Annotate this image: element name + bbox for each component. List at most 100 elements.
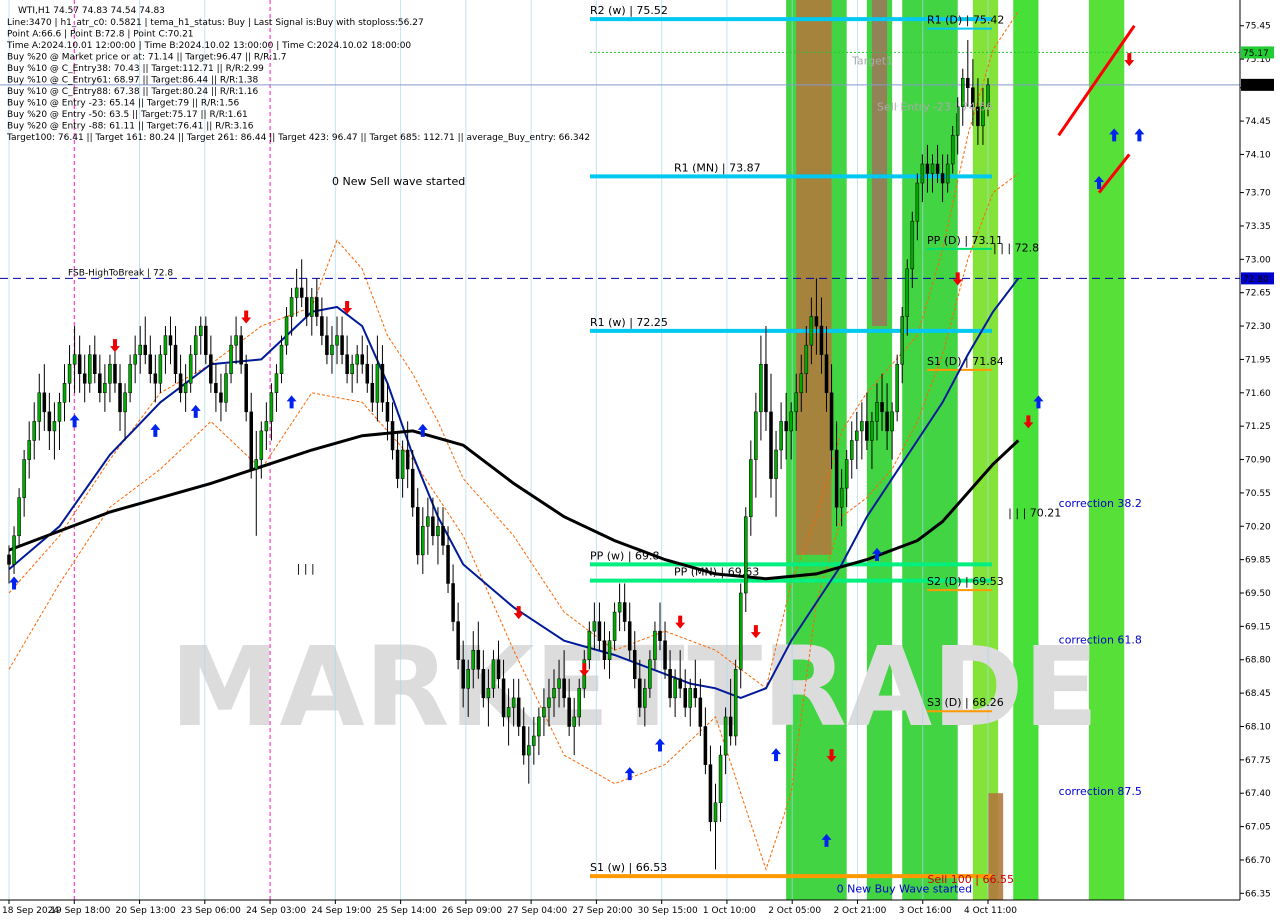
candle-body-185 bbox=[940, 173, 945, 184]
candle-body-115 bbox=[587, 630, 592, 660]
candle-body-62 bbox=[320, 316, 324, 336]
x-tick-label-6: 25 Sep 14:00 bbox=[377, 906, 437, 916]
candle-body-55 bbox=[284, 316, 289, 346]
candle-body-86 bbox=[441, 526, 445, 546]
candle-body-156 bbox=[794, 392, 799, 413]
x-tick-label-5: 24 Sep 19:00 bbox=[311, 906, 371, 916]
level-label-1: R1 (D) | 75.42 bbox=[927, 14, 1004, 27]
candle-body-130 bbox=[663, 640, 667, 670]
symbol-label: WTI,H1 74.57 74.83 74.54 74.83 bbox=[18, 6, 165, 16]
candle-body-45 bbox=[234, 335, 238, 346]
candle-body-32 bbox=[168, 335, 173, 346]
x-tick-label-3: 23 Sep 06:00 bbox=[181, 906, 241, 916]
price-tag-label-2: 72.80 bbox=[1243, 275, 1269, 285]
candle-body-75 bbox=[385, 402, 390, 422]
candle-body-90 bbox=[461, 659, 465, 689]
candle-body-178 bbox=[905, 268, 910, 317]
annotation-2: | | | 72.8 bbox=[993, 242, 1039, 255]
info-line-7: Buy %10 @ Entry -23: 65.14 || Target:79 … bbox=[7, 99, 239, 109]
x-tick-label-8: 27 Sep 04:00 bbox=[507, 906, 567, 916]
candle-body-85 bbox=[436, 526, 440, 537]
y-tick-label-5: 73.70 bbox=[1245, 189, 1271, 199]
candle-body-110 bbox=[562, 678, 566, 699]
candle-body-120 bbox=[612, 611, 617, 641]
candle-body-50 bbox=[259, 430, 264, 460]
candle-body-169 bbox=[860, 421, 864, 432]
annotation-6: correction 87.5 bbox=[1059, 785, 1142, 798]
candle-body-136 bbox=[693, 688, 698, 699]
x-tick-label-12: 2 Oct 05:00 bbox=[768, 906, 821, 916]
candle-body-65 bbox=[335, 335, 339, 346]
candle-body-14 bbox=[77, 354, 82, 374]
candle-body-127 bbox=[648, 659, 652, 689]
candle-body-183 bbox=[930, 163, 935, 174]
y-tick-label-6: 73.35 bbox=[1245, 222, 1271, 232]
candle-body-21 bbox=[113, 363, 117, 384]
annotation-0: 0 New Sell wave started bbox=[332, 175, 465, 188]
x-tick-label-14: 3 Oct 16:00 bbox=[899, 906, 952, 916]
candle-body-68 bbox=[350, 363, 354, 374]
candle-body-25 bbox=[133, 354, 137, 365]
candle-body-1 bbox=[12, 535, 16, 565]
y-tick-label-18: 69.15 bbox=[1245, 622, 1271, 632]
level-label-10: S1 (w) | 66.53 bbox=[590, 861, 667, 874]
candle-body-155 bbox=[789, 411, 793, 432]
candle-body-87 bbox=[446, 545, 450, 584]
zone-column-5 bbox=[972, 0, 999, 900]
candle-body-38 bbox=[198, 325, 203, 336]
x-tick-label-2: 20 Sep 13:00 bbox=[116, 906, 176, 916]
candle-body-58 bbox=[299, 287, 304, 298]
y-tick-label-26: 66.35 bbox=[1245, 889, 1271, 899]
level-label-6: PP (w) | 69.8 bbox=[590, 549, 660, 562]
candle-body-147 bbox=[749, 459, 753, 517]
candle-body-107 bbox=[547, 697, 551, 708]
candle-body-172 bbox=[875, 402, 879, 422]
candle-body-109 bbox=[557, 678, 561, 689]
fsb-label: FSB-HighToBreak | 72.8 bbox=[68, 268, 173, 278]
candle-body-80 bbox=[410, 468, 415, 508]
candle-body-94 bbox=[481, 669, 486, 699]
annotation-1: Sell Entry -23 | 74.56 bbox=[877, 101, 993, 114]
candle-body-34 bbox=[178, 373, 183, 394]
y-tick-label-7: 73.00 bbox=[1245, 255, 1271, 265]
candle-body-27 bbox=[143, 344, 148, 355]
candle-body-8 bbox=[47, 411, 52, 432]
candle-body-187 bbox=[950, 135, 955, 165]
y-tick-label-25: 66.70 bbox=[1245, 856, 1271, 866]
candle-body-57 bbox=[294, 287, 299, 298]
candle-body-63 bbox=[325, 335, 329, 355]
candle-body-16 bbox=[87, 354, 92, 384]
candle-body-97 bbox=[496, 659, 501, 680]
y-tick-label-14: 70.55 bbox=[1245, 489, 1271, 499]
candle-body-83 bbox=[426, 516, 430, 527]
candle-body-3 bbox=[22, 459, 26, 498]
zone-column-1 bbox=[796, 0, 832, 555]
candle-body-154 bbox=[784, 421, 788, 432]
candle-body-35 bbox=[183, 383, 188, 394]
level-label-9: S3 (D) | 68.26 bbox=[927, 696, 1004, 709]
candle-body-122 bbox=[622, 602, 627, 622]
candle-body-91 bbox=[466, 669, 470, 689]
candle-body-19 bbox=[103, 383, 107, 394]
candle-body-7 bbox=[42, 392, 47, 413]
info-line-10: Target100: 76.41 || Target 161: 80.24 ||… bbox=[6, 133, 590, 143]
candle-body-141 bbox=[718, 754, 723, 804]
candle-body-64 bbox=[330, 344, 334, 355]
candle-body-116 bbox=[592, 621, 597, 632]
candle-body-54 bbox=[279, 344, 284, 374]
info-line-5: Buy %10 @ C_Entry61: 68.97 || Target:86.… bbox=[7, 76, 258, 86]
y-tick-label-9: 72.30 bbox=[1245, 322, 1271, 332]
annotation-8: 0 New Buy Wave started bbox=[837, 882, 973, 895]
y-tick-label-0: 75.45 bbox=[1245, 22, 1271, 32]
y-tick-label-23: 67.40 bbox=[1245, 789, 1271, 799]
candle-body-73 bbox=[375, 363, 380, 403]
candle-body-92 bbox=[471, 649, 476, 670]
candle-body-42 bbox=[219, 392, 223, 403]
candle-body-162 bbox=[824, 354, 829, 394]
candle-body-81 bbox=[415, 506, 420, 556]
candle-body-132 bbox=[673, 678, 677, 699]
candle-body-5 bbox=[32, 421, 36, 441]
candle-body-164 bbox=[834, 449, 839, 508]
candle-body-170 bbox=[865, 421, 869, 441]
price-tag-label-1: 74.83 bbox=[1243, 81, 1269, 91]
